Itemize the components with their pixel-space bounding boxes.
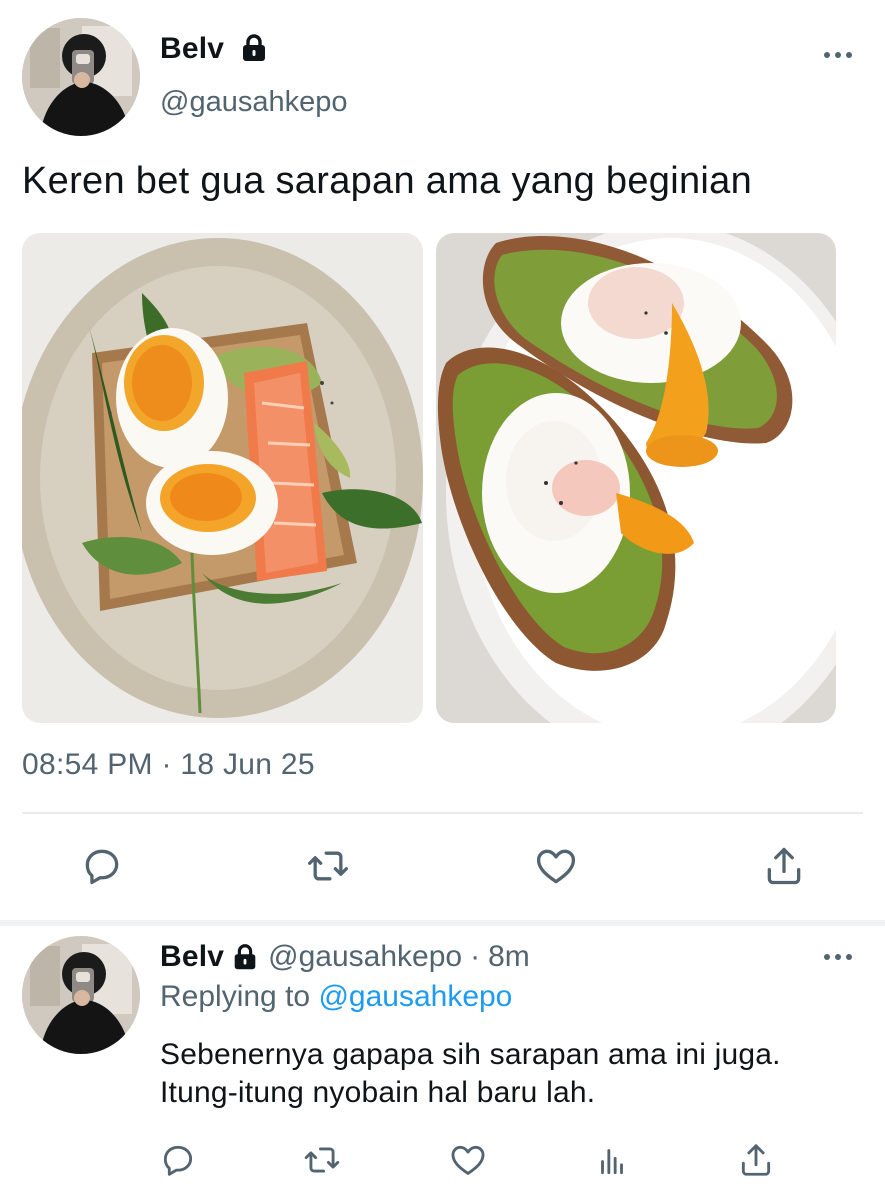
timestamp[interactable]: 08:54 PM · 18 Jun 25	[22, 748, 315, 782]
handle[interactable]: @gausahkepo	[268, 940, 462, 974]
avatar[interactable]	[22, 18, 140, 136]
avatar[interactable]	[22, 936, 140, 1054]
share-icon	[767, 847, 801, 885]
time-ago[interactable]: 8m	[488, 940, 530, 974]
share-button[interactable]	[758, 840, 810, 892]
heart-icon	[451, 1145, 485, 1175]
replying-to: Replying to @gausahkepo	[160, 980, 512, 1014]
reply-button[interactable]	[154, 1136, 202, 1184]
reply-icon	[163, 1145, 193, 1176]
retweet-button[interactable]	[302, 840, 354, 892]
retweet-button[interactable]	[298, 1136, 346, 1184]
tweet-photo[interactable]	[436, 233, 836, 723]
heart-icon	[536, 849, 576, 884]
reply-icon	[85, 849, 119, 885]
share-button[interactable]	[732, 1136, 780, 1184]
more-horizontal-icon[interactable]	[818, 944, 858, 970]
retweet-icon	[304, 1147, 340, 1173]
tweet-text: Keren bet gua sarapan ama yang beginian	[22, 160, 753, 202]
lock-icon	[230, 942, 260, 972]
display-name[interactable]: Belv	[160, 32, 224, 66]
share-icon	[741, 1144, 771, 1176]
reply-button[interactable]	[76, 840, 128, 892]
tweet-photo[interactable]	[22, 233, 423, 723]
separator-dot: ·	[470, 940, 481, 973]
more-horizontal-icon[interactable]	[818, 42, 858, 68]
reply-header: Belv @gausahkepo · 8m	[160, 940, 530, 974]
reply-text: Sebenernya gapapa sih sarapan ama ini ju…	[160, 1038, 781, 1109]
analytics-button[interactable]	[588, 1136, 636, 1184]
replying-to-label: Replying to	[160, 980, 311, 1013]
like-button[interactable]	[530, 840, 582, 892]
section-separator	[0, 920, 885, 926]
analytics-icon	[601, 1149, 623, 1175]
like-button[interactable]	[444, 1136, 492, 1184]
display-name[interactable]: Belv	[160, 940, 224, 974]
handle[interactable]: @gausahkepo	[160, 86, 347, 119]
replying-to-handle[interactable]: @gausahkepo	[318, 980, 512, 1013]
divider	[22, 812, 863, 814]
retweet-icon	[308, 851, 348, 881]
lock-icon	[238, 32, 270, 69]
